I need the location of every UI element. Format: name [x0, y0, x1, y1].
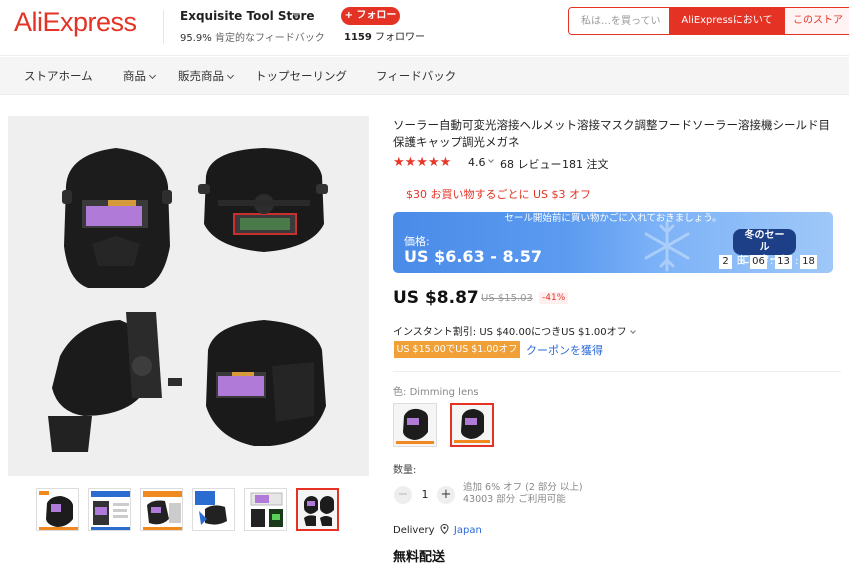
quantity-label: 数量: — [393, 465, 417, 476]
search-store-button[interactable]: このストア — [785, 8, 849, 34]
nav-feedback[interactable]: フィードバック — [376, 68, 456, 84]
store-promo: $30 お買い物するごとに US $3 オフ — [406, 188, 592, 201]
bulk-discount-text: 追加 6% オフ (2 部分 以上) — [463, 482, 583, 493]
thumbnail-1[interactable] — [36, 488, 79, 531]
chevron-down-icon — [226, 71, 235, 80]
nav-label: フィードバック — [376, 69, 457, 83]
thumbnail-image — [298, 490, 337, 529]
original-price: US $15.03 — [481, 293, 533, 304]
rating-value[interactable]: 4.6 — [468, 156, 486, 169]
header-divider — [163, 10, 164, 44]
store-header: AliExpress Exquisite Tool Store 95.9% 肯定… — [0, 0, 849, 56]
winter-sale-badge: 冬のセール にスタート — [733, 229, 796, 266]
main-product-image[interactable] — [8, 116, 369, 476]
countdown-seconds: 18 — [800, 255, 817, 269]
nav-label: 商品 — [123, 69, 146, 83]
thumbnail-2[interactable] — [88, 488, 131, 531]
badge-line-1: 冬のセール — [733, 229, 796, 255]
followers-label: フォロワー — [375, 32, 426, 43]
followers-count: 1159 フォロワー — [344, 28, 425, 43]
thumbnail-6-selected[interactable] — [296, 488, 339, 531]
swatch-image — [394, 404, 436, 446]
feedback-percentage: 95.9% — [180, 33, 212, 44]
get-coupon-link[interactable]: クーポンを獲得 — [526, 342, 603, 358]
store-nav: ストアホーム 商品 販売商品 トップセーリング フィードバック — [0, 57, 849, 95]
thumbnail-image — [193, 489, 234, 530]
nav-label: トップセーリング — [255, 69, 347, 83]
discount-badge: -41% — [539, 292, 569, 304]
countdown-colon: : — [795, 256, 799, 267]
store-feedback: 95.9% 肯定的なフィードバック — [180, 29, 325, 44]
thumbnail-image — [141, 489, 182, 530]
countdown-day-unit: 日 — [736, 256, 746, 267]
stock-available-text: 43003 部分 ご利用可能 — [463, 494, 566, 505]
thumbnail-5[interactable] — [244, 488, 287, 531]
chevron-down-icon — [148, 71, 157, 80]
color-value: Dimming lens — [409, 387, 479, 398]
quantity-decrease-button[interactable]: − — [394, 486, 412, 504]
search-input[interactable] — [569, 8, 669, 34]
color-label-text: 色: — [393, 387, 407, 398]
location-pin-icon — [440, 523, 449, 535]
countdown-colon: : — [770, 256, 774, 267]
color-option-2-selected[interactable] — [450, 403, 494, 447]
search-bar: AliExpressにおいて このストア — [568, 7, 849, 35]
nav-sale-items[interactable]: 販売商品 — [178, 68, 235, 84]
color-option-1[interactable] — [393, 403, 437, 447]
aliexpress-logo[interactable]: AliExpress — [14, 7, 137, 38]
current-price: US $8.87 — [393, 288, 479, 308]
delivery-label: Delivery — [393, 525, 435, 536]
nav-label: ストアホーム — [24, 69, 93, 83]
free-shipping-label: 無料配送 — [393, 550, 446, 565]
nav-top-selling[interactable]: トップセーリング — [255, 68, 347, 84]
follow-button[interactable]: + フォロー — [341, 7, 400, 25]
countdown-minutes: 13 — [775, 255, 792, 269]
nav-products[interactable]: 商品 — [123, 68, 157, 84]
delivery-location-link[interactable]: Japan — [454, 525, 482, 536]
snowflake-icon — [644, 220, 690, 272]
followers-number: 1159 — [344, 32, 372, 43]
color-label: 色: Dimming lens — [393, 383, 479, 398]
coupon-tag: US $15.00でUS $1.00オフ — [394, 341, 520, 358]
instant-discount[interactable]: インスタント割引: US $40.00につきUS $1.00オフ — [393, 323, 636, 338]
thumbnail-image — [245, 489, 286, 530]
quantity-info: 追加 6% オフ (2 部分 以上) 43003 部分 ご利用可能 — [463, 482, 583, 506]
nav-label: 販売商品 — [178, 69, 224, 83]
product-title: ソーラー自動可変光溶接ヘルメット溶接マスク調整フードソーラー溶接機シールド目保護… — [393, 118, 830, 149]
thumbnail-4[interactable] — [192, 488, 235, 531]
swatch-image — [452, 405, 492, 445]
nav-store-home[interactable]: ストアホーム — [24, 68, 93, 84]
sale-notice: セール開始前に買い物かごに入れておきましょう。 — [504, 213, 722, 224]
quantity-value[interactable]: 1 — [418, 488, 432, 501]
chevron-down-icon — [629, 328, 636, 334]
price-range: US $6.63 - 8.57 — [404, 247, 542, 266]
store-menu-chevron-icon[interactable] — [292, 13, 300, 18]
divider — [393, 371, 841, 372]
countdown-days: 2 — [719, 255, 732, 269]
instant-discount-text: インスタント割引: US $40.00につきUS $1.00オフ — [393, 327, 627, 338]
chevron-down-icon[interactable] — [488, 157, 494, 163]
thumbnail-image — [37, 489, 78, 530]
star-rating-icon[interactable]: ★★★★★ — [393, 155, 451, 170]
review-count[interactable]: 68 レビュー — [500, 156, 562, 172]
delivery-row: Delivery Japan — [393, 523, 482, 536]
thumbnail-3[interactable] — [140, 488, 183, 531]
search-aliexpress-button[interactable]: AliExpressにおいて — [669, 8, 785, 34]
feedback-label: 肯定的なフィードバック — [214, 33, 325, 44]
sale-banner: セール開始前に買い物かごに入れておきましょう。 価格: US $6.63 - 8… — [393, 212, 833, 273]
welding-helmet-image — [8, 116, 369, 476]
thumbnail-image — [89, 489, 130, 530]
countdown-hours: 06 — [750, 255, 767, 269]
order-count: 181 注文 — [562, 158, 609, 171]
quantity-increase-button[interactable]: + — [437, 486, 455, 504]
